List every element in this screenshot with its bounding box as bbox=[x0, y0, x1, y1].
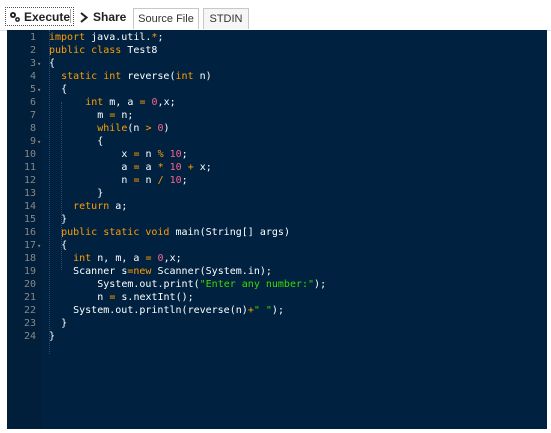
code-text: int m, a = 0,x; bbox=[85, 97, 176, 108]
code-runner-app: Execute Share Source File STDIN 1 import … bbox=[0, 0, 551, 433]
line-number: 13 bbox=[23, 188, 36, 199]
line-number: 11 bbox=[23, 162, 36, 173]
code-text: n = n / 10; bbox=[121, 175, 188, 186]
chevron-right-icon bbox=[80, 11, 88, 23]
line-number: 17 bbox=[23, 240, 36, 251]
line-number: 3 bbox=[29, 58, 36, 69]
fold-arrow-icon[interactable]: ▾ bbox=[37, 84, 41, 96]
code-text: public static void main(String[] args) bbox=[61, 227, 290, 238]
toolbar: Execute Share Source File STDIN bbox=[0, 0, 551, 31]
code-text: { bbox=[49, 58, 56, 69]
line-number: 9 bbox=[29, 136, 36, 147]
code-text: { bbox=[61, 84, 68, 95]
code-text: System.out.print("Enter any number:"); bbox=[97, 279, 327, 290]
code-editor[interactable]: 1 import java.util.*; 2 public class Test8 3… bbox=[7, 30, 547, 429]
code-text: Scanner s=new Scanner(System.in); bbox=[73, 266, 272, 277]
code-text: return a; bbox=[73, 201, 128, 212]
tab-stdin[interactable]: STDIN bbox=[203, 8, 249, 29]
code-text: import java.util.*; bbox=[49, 32, 164, 43]
line-number: 21 bbox=[23, 292, 36, 303]
execute-label: Execute bbox=[24, 9, 71, 24]
line-number: 5 bbox=[29, 84, 36, 95]
line-number: 2 bbox=[29, 45, 36, 56]
line-number: 15 bbox=[23, 214, 36, 225]
gears-icon bbox=[10, 11, 20, 22]
code-text: public class Test8 bbox=[49, 45, 158, 56]
toolbar-divider bbox=[70, 9, 71, 23]
code-text: } bbox=[61, 318, 68, 329]
code-text: { bbox=[61, 240, 68, 251]
line-number: 18 bbox=[23, 253, 36, 264]
code-text: static int reverse(int n) bbox=[61, 71, 212, 82]
execute-button[interactable]: Execute bbox=[5, 7, 75, 26]
line-number: 12 bbox=[23, 175, 36, 186]
line-number: 23 bbox=[23, 318, 36, 329]
line-number: 22 bbox=[23, 305, 36, 316]
tab-stdin-label: STDIN bbox=[209, 13, 243, 25]
code-text: m = n; bbox=[97, 110, 134, 121]
code-text: } bbox=[49, 331, 56, 342]
line-number: 6 bbox=[29, 97, 36, 108]
line-number: 8 bbox=[29, 123, 36, 134]
code-text: a = a * 10 + x; bbox=[121, 162, 212, 173]
line-number: 7 bbox=[29, 110, 36, 121]
share-label: Share bbox=[93, 10, 127, 24]
fold-arrow-icon[interactable]: ▾ bbox=[37, 136, 41, 148]
fold-arrow-icon[interactable]: ▾ bbox=[37, 58, 41, 70]
code-text: } bbox=[97, 188, 104, 199]
code-text: int n, m, a = 0,x; bbox=[73, 253, 182, 264]
line-number: 24 bbox=[23, 331, 36, 342]
line-number: 10 bbox=[23, 149, 36, 160]
line-number: 16 bbox=[23, 227, 36, 238]
code-text: x = n % 10; bbox=[121, 149, 188, 160]
share-button[interactable]: Share bbox=[80, 9, 126, 25]
tab-source-file[interactable]: Source File bbox=[133, 8, 199, 29]
code-text: { bbox=[97, 136, 104, 147]
line-number: 20 bbox=[23, 279, 36, 290]
code-text: while(n > 0) bbox=[97, 123, 170, 134]
code-text: } bbox=[61, 214, 68, 225]
line-number: 19 bbox=[23, 266, 36, 277]
line-number: 1 bbox=[29, 32, 36, 43]
code-text: System.out.println(reverse(n)+" "); bbox=[73, 305, 284, 316]
line-number: 14 bbox=[23, 201, 36, 212]
fold-arrow-icon[interactable]: ▾ bbox=[37, 240, 41, 252]
code-text: n = s.nextInt(); bbox=[97, 292, 194, 303]
tab-source-file-label: Source File bbox=[138, 13, 194, 25]
line-number: 4 bbox=[29, 71, 36, 82]
